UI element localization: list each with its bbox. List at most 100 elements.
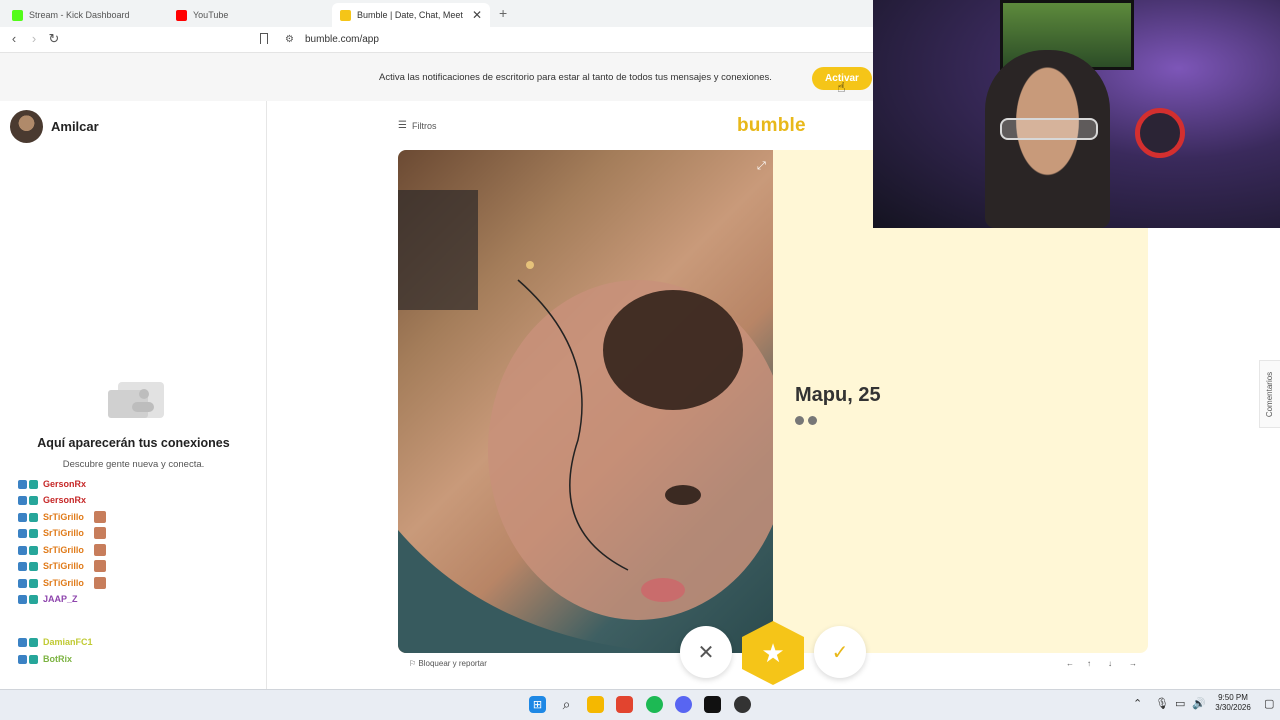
chat-badge-icon: [29, 654, 38, 664]
like-button[interactable]: ✓: [814, 626, 866, 678]
chat-badge-icon: [29, 528, 38, 538]
search-icon[interactable]: ⌕: [558, 696, 575, 713]
profile-photo-art: [398, 190, 788, 653]
chat-username: BotRix: [43, 654, 72, 664]
bumble-icon: [340, 9, 351, 21]
chat-message-row: SrTiGrillo: [18, 576, 106, 590]
tab-label: YouTube: [193, 10, 229, 20]
hint-left-icon: ←: [1066, 659, 1074, 668]
avatar[interactable]: [10, 110, 43, 143]
chat-message-row: SrTiGrillo: [18, 559, 106, 573]
tiktok-icon[interactable]: [704, 696, 721, 713]
taskbar-clock[interactable]: 9:50 PM 3/30/2026: [1211, 693, 1255, 713]
site-info-icon[interactable]: ⚙: [285, 34, 294, 45]
obs-icon[interactable]: [734, 696, 751, 713]
chat-badge-icon: [18, 545, 27, 555]
chat-badge-icon: [29, 561, 38, 571]
hint-right-icon: →: [1129, 659, 1137, 668]
chat-badge-icon: [18, 578, 27, 588]
chat-message-row: GersonRx: [18, 493, 86, 507]
file-explorer-icon[interactable]: [587, 696, 604, 713]
chat-emote-icon: [93, 527, 106, 539]
chat-badge-icon: [18, 495, 27, 505]
chat-badge-icon: [18, 637, 27, 647]
tab-youtube[interactable]: YouTube: [168, 3, 328, 27]
chat-emote-icon: [93, 544, 106, 556]
bookmark-icon[interactable]: [260, 33, 268, 44]
chat-badge-icon: [29, 578, 38, 588]
username[interactable]: Amilcar: [51, 119, 99, 134]
forward-icon[interactable]: ›: [26, 31, 42, 46]
filters-button[interactable]: ☰ Filtros: [398, 120, 436, 131]
back-icon[interactable]: ‹: [6, 31, 22, 46]
chat-username: JAAP_Z: [43, 594, 78, 604]
chat-username: GersonRx: [43, 479, 87, 489]
notifications-icon[interactable]: ▢: [1264, 697, 1274, 710]
chat-badge-icon: [29, 479, 38, 489]
webcam-glasses: [1000, 118, 1098, 140]
location-icon: [808, 416, 817, 425]
chat-username: SrTiGrillo: [43, 545, 84, 555]
chat-badge-icon: [18, 512, 27, 522]
volume-icon[interactable]: 🔊: [1192, 697, 1206, 710]
microphone-icon[interactable]: 🎙: [1155, 697, 1169, 710]
chat-badge-icon: [18, 528, 27, 538]
comments-tab[interactable]: Comentarios: [1259, 360, 1280, 428]
new-tab-button[interactable]: +: [499, 5, 507, 21]
connections-empty-title: Aquí aparecerán tus conexiones: [37, 436, 230, 450]
close-icon[interactable]: ✕: [472, 8, 482, 22]
spotify-icon[interactable]: [646, 696, 663, 713]
reload-icon[interactable]: ↻: [46, 31, 62, 47]
chat-badge-icon: [29, 637, 38, 647]
profile-name: Mapu, 25: [795, 384, 881, 406]
windows-start-icon[interactable]: ⊞: [529, 696, 546, 713]
chat-username: GersonRx: [43, 495, 87, 505]
chat-username: SrTiGrillo: [43, 528, 84, 538]
comments-label: Comentarios: [1265, 371, 1275, 417]
block-report-label: Bloquear y reportar: [418, 659, 487, 668]
chat-message-row: DamianFC1: [18, 635, 93, 649]
chat-badge-icon: [29, 495, 38, 505]
tab-label: Stream - Kick Dashboard: [29, 10, 130, 20]
chat-badge-icon: [18, 479, 27, 489]
expand-photo-icon[interactable]: ⤢: [757, 160, 766, 173]
discord-icon[interactable]: [675, 696, 692, 713]
brave-browser-icon[interactable]: [616, 696, 633, 713]
chat-username: SrTiGrillo: [43, 561, 84, 571]
chat-badge-icon: [29, 594, 38, 604]
chat-message-row: SrTiGrillo: [18, 543, 106, 557]
chat-message-row: GersonRx: [18, 477, 86, 491]
chat-message-row: BotRix: [18, 652, 72, 666]
clock-time: 9:50 PM: [1218, 693, 1248, 702]
chat-message-row: JAAP_Z: [18, 592, 78, 606]
chat-badge-icon: [29, 545, 38, 555]
filters-icon: ☰: [398, 120, 407, 131]
profile-meta-icons: [795, 416, 817, 425]
network-icon[interactable]: ▭: [1175, 697, 1185, 710]
mouse-cursor-icon: ☝: [837, 79, 846, 95]
hint-up-icon: ↑: [1087, 659, 1091, 668]
chat-message-row: SrTiGrillo: [18, 510, 106, 524]
chat-username: SrTiGrillo: [43, 512, 84, 522]
chat-emote-icon: [93, 560, 106, 572]
tab-bumble[interactable]: Bumble | Date, Chat, Meet New ✕: [332, 3, 490, 27]
chat-message-row: SrTiGrillo: [18, 526, 106, 540]
connections-empty-subtitle: Descubre gente nueva y conecta.: [62, 459, 205, 470]
chat-emote-icon: [93, 577, 106, 589]
profile-photo: [398, 150, 788, 653]
kick-icon: [12, 9, 23, 21]
notification-text: Activa las notificaciones de escritorio …: [379, 72, 772, 83]
info-icon: [795, 416, 804, 425]
tab-label: Bumble | Date, Chat, Meet New: [357, 10, 466, 20]
tray-chevron-icon[interactable]: ⌃: [1133, 697, 1142, 710]
chat-badge-icon: [18, 561, 27, 571]
windows-taskbar: [0, 689, 1280, 720]
tab-kick-dashboard[interactable]: Stream - Kick Dashboard: [4, 3, 164, 27]
block-report-link[interactable]: ⚐ Bloquear y reportar: [409, 659, 487, 668]
pass-button[interactable]: ✕: [680, 626, 732, 678]
webcam-background-sign: [1135, 108, 1185, 158]
connections-illustration: [108, 382, 164, 418]
chat-emote-icon: [93, 511, 106, 523]
address-bar[interactable]: bumble.com/app: [305, 34, 379, 45]
chat-badge-icon: [18, 594, 27, 604]
